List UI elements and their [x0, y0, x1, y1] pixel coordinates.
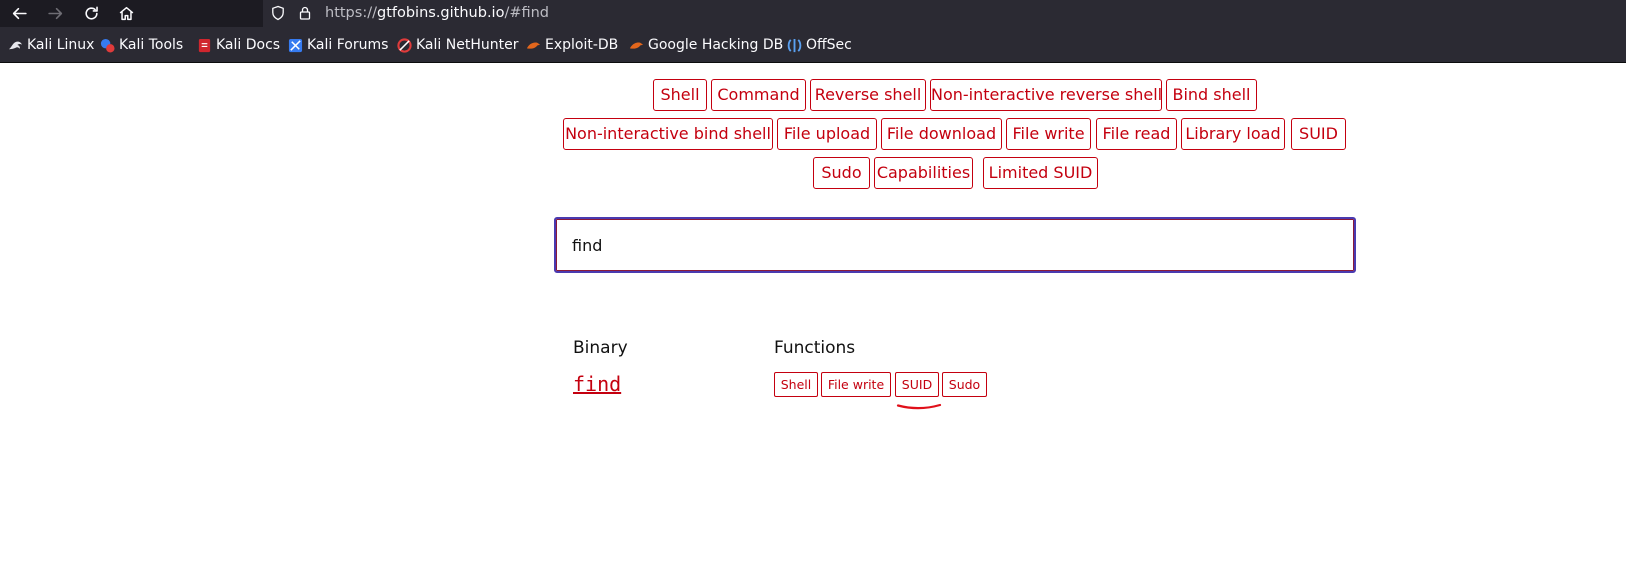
forward-arrow-icon[interactable] [38, 0, 72, 27]
shield-icon[interactable] [269, 4, 287, 22]
filter-library-load[interactable]: Library load [1181, 118, 1285, 150]
binary-link-find[interactable]: find [573, 372, 621, 396]
filter-limited-suid[interactable]: Limited SUID [983, 157, 1098, 189]
filter-non-interactive-bind-shell[interactable]: Non-interactive bind shell [563, 118, 773, 150]
back-arrow-icon[interactable] [2, 0, 36, 27]
functions-column-header: Functions [774, 338, 856, 358]
nethunter-icon [397, 37, 412, 53]
url-text[interactable]: https://gtfobins.github.io/#find [325, 3, 549, 23]
binary-column-header: Binary [573, 338, 628, 358]
exploit-db-icon [526, 42, 541, 49]
kali-forums-icon [288, 38, 303, 52]
kali-docs-icon [198, 38, 211, 52]
filter-file-read[interactable]: File read [1096, 118, 1177, 150]
kali-tools-icon [100, 38, 115, 53]
lock-icon[interactable] [296, 4, 314, 22]
filter-capabilities[interactable]: Capabilities [874, 157, 973, 189]
bookmark-kali-nethunter[interactable]: Kali NetHunter [397, 35, 518, 55]
bookmark-kali-linux[interactable]: Kali Linux [8, 35, 94, 55]
filter-file-write[interactable]: File write [1006, 118, 1091, 150]
red-underline-annotation [896, 403, 942, 410]
filter-file-upload[interactable]: File upload [777, 118, 877, 150]
filter-reverse-shell[interactable]: Reverse shell [810, 79, 926, 111]
bookmark-kali-tools[interactable]: Kali Tools [100, 35, 183, 55]
browser-toolbar: https://gtfobins.github.io/#find [0, 0, 1626, 27]
search-input[interactable] [572, 232, 1332, 258]
bookmark-google-hacking-db[interactable]: Google Hacking DB [629, 35, 783, 55]
result-function-sudo[interactable]: Sudo [942, 372, 987, 397]
filter-suid[interactable]: SUID [1291, 118, 1346, 150]
result-function-shell[interactable]: Shell [774, 372, 818, 397]
result-function-file-write[interactable]: File write [821, 372, 891, 397]
filter-bind-shell[interactable]: Bind shell [1166, 79, 1257, 111]
result-function-suid[interactable]: SUID [895, 372, 939, 397]
home-icon[interactable] [109, 0, 143, 27]
filter-non-interactive-reverse-shell[interactable]: Non-interactive reverse shell [930, 79, 1162, 111]
bookmark-kali-forums[interactable]: Kali Forums [288, 35, 388, 55]
kali-dragon-icon [8, 41, 23, 49]
filter-command[interactable]: Command [711, 79, 806, 111]
search-box[interactable] [554, 217, 1356, 273]
bookmark-exploit-db[interactable]: Exploit-DB [526, 35, 618, 55]
reload-icon[interactable] [74, 0, 108, 27]
ghdb-icon [629, 42, 644, 49]
bookmark-offsec[interactable]: OffSec [787, 35, 852, 55]
offsec-icon [787, 38, 802, 52]
filter-file-download[interactable]: File download [881, 118, 1002, 150]
filter-sudo[interactable]: Sudo [813, 157, 870, 189]
filter-shell[interactable]: Shell [653, 79, 707, 111]
bookmarks-toolbar: Kali Linux Kali Tools Kali Docs Kali For… [0, 27, 1626, 63]
bookmark-kali-docs[interactable]: Kali Docs [197, 35, 280, 55]
